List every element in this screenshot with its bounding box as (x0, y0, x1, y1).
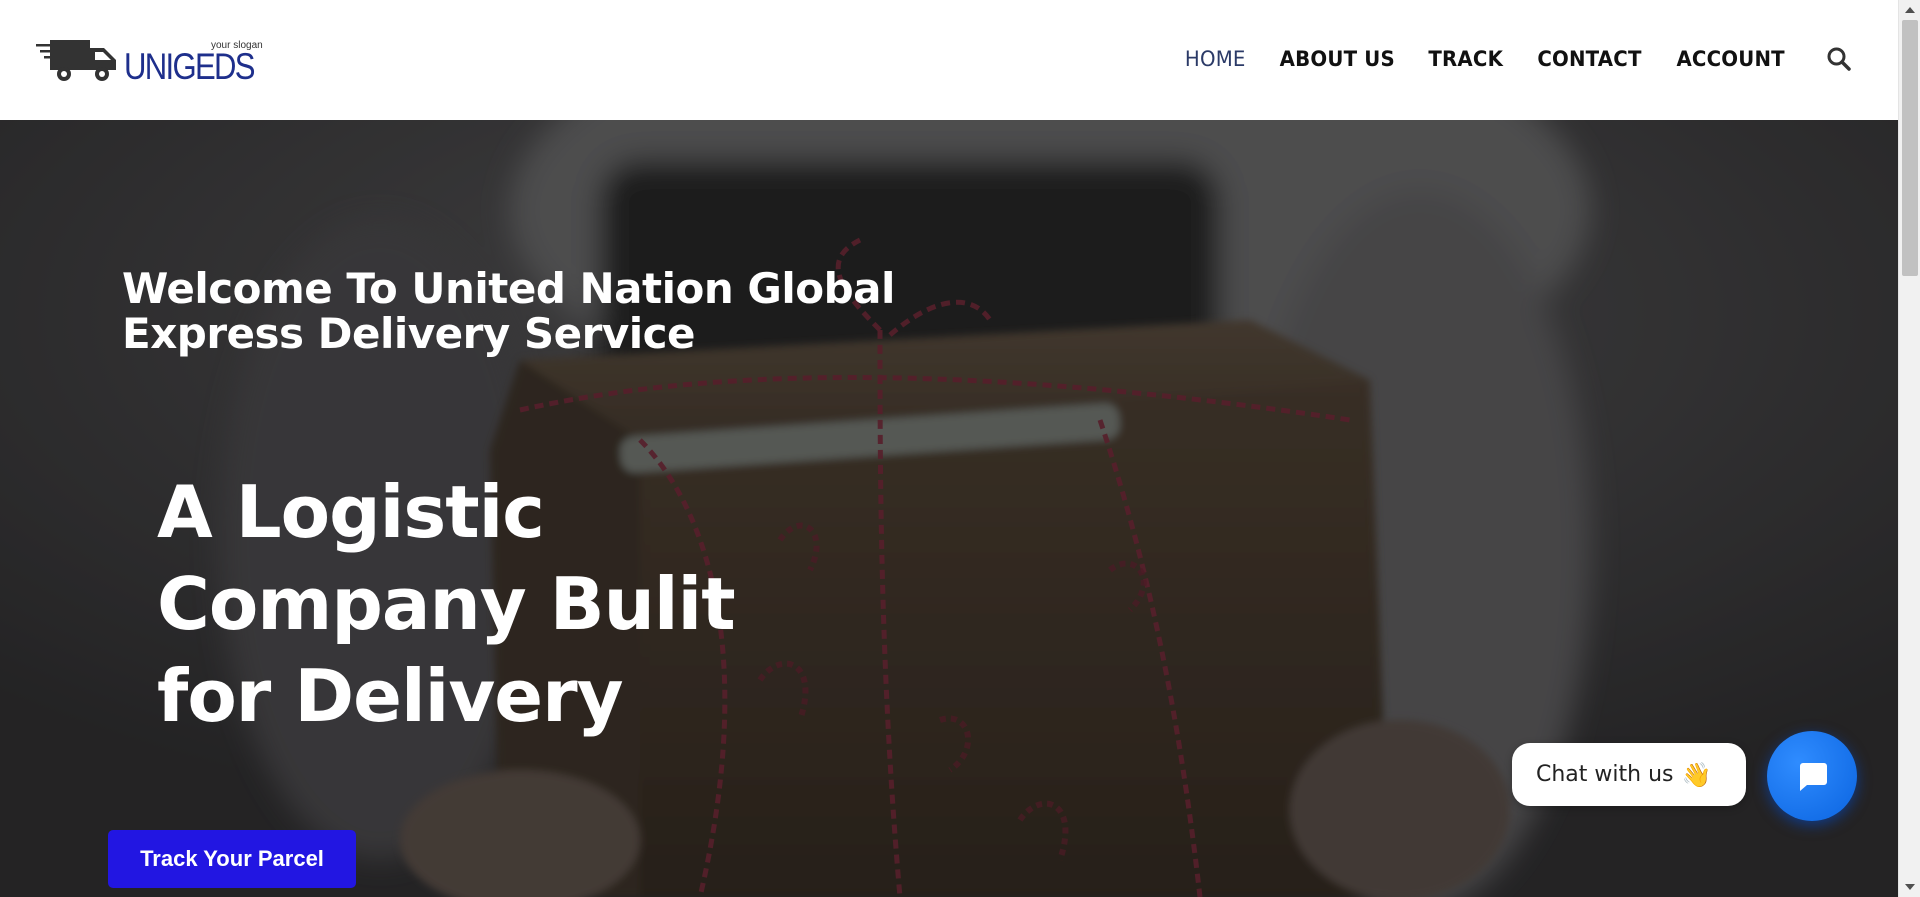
chat-icon (1800, 763, 1827, 791)
chat-bubble-text: Chat with us (1536, 762, 1674, 787)
nav-item-about-us[interactable]: ABOUT US (1279, 47, 1394, 71)
logo-brand-name: UNIGEDS (124, 46, 256, 87)
site-logo[interactable]: your slogan UNIGEDS (36, 38, 268, 88)
main-nav: HOME ABOUT US TRACK CONTACT ACCOUNT (1183, 47, 1788, 71)
search-icon (1827, 47, 1851, 71)
page-scrollbar[interactable] (1898, 0, 1920, 897)
nav-item-track[interactable]: TRACK (1429, 47, 1504, 71)
site-header: your slogan UNIGEDS HOME ABOUT US TRACK … (0, 0, 1898, 120)
nav-item-account[interactable]: ACCOUNT (1676, 47, 1784, 71)
nav-item-contact[interactable]: CONTACT (1537, 47, 1641, 71)
waving-hand-icon: 👋 (1681, 760, 1712, 789)
track-your-parcel-button[interactable]: Track Your Parcel (108, 830, 356, 888)
welcome-heading-line: Express Delivery Service (122, 309, 696, 358)
nav-item-home[interactable]: HOME (1185, 47, 1246, 71)
delivery-truck-icon (36, 40, 116, 81)
hero-title-line: for Delivery (157, 654, 624, 738)
open-chat-button[interactable] (1767, 731, 1857, 821)
hero-title-line: A Logistic (157, 470, 545, 554)
search-button[interactable] (1826, 46, 1852, 72)
scroll-down-arrow-icon (1905, 884, 1915, 890)
scroll-up-arrow-icon (1905, 7, 1915, 13)
welcome-heading: Welcome To United Nation Global Express … (122, 266, 922, 356)
browser-viewport: your slogan UNIGEDS HOME ABOUT US TRACK … (0, 0, 1898, 897)
hero-title: A Logistic Company Bulit for Delivery (157, 466, 817, 742)
hero-title-line: Company Bulit (157, 562, 736, 646)
scroll-up-button[interactable] (1899, 0, 1920, 20)
welcome-heading-line: Welcome To United Nation Global (122, 264, 895, 313)
scrollbar-thumb[interactable] (1902, 20, 1918, 276)
chat-with-us-bubble[interactable]: Chat with us 👋 (1512, 743, 1746, 806)
scroll-down-button[interactable] (1899, 877, 1920, 897)
